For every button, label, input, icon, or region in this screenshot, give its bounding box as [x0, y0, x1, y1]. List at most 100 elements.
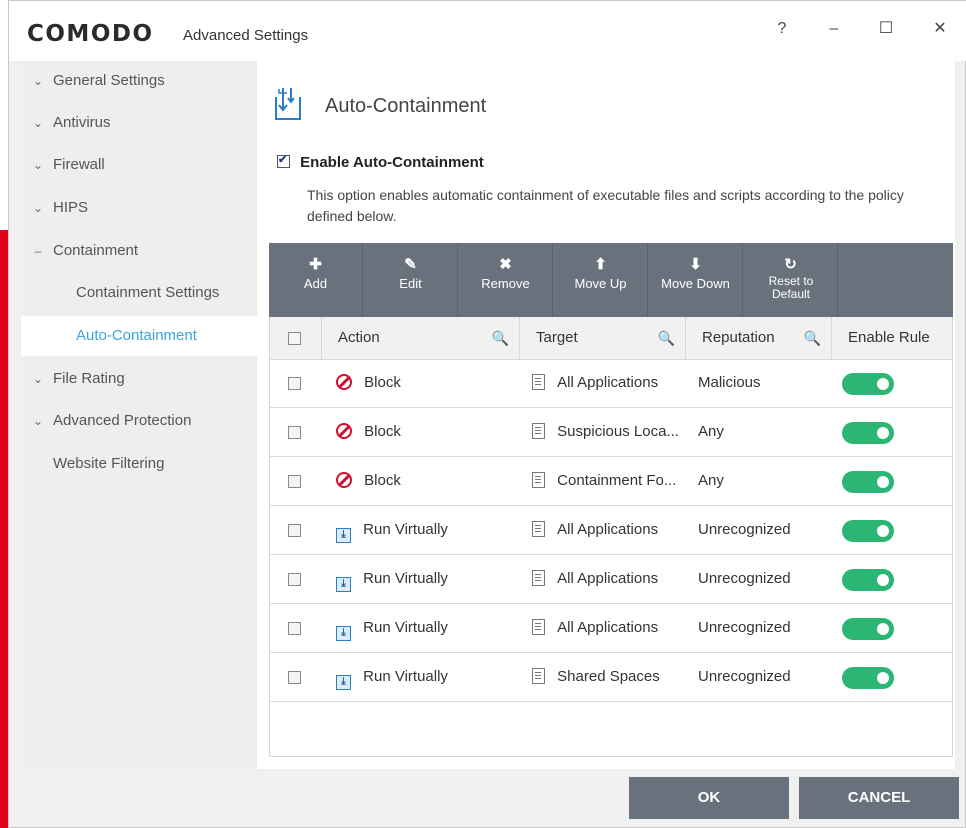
cancel-button[interactable]: CANCEL [799, 777, 959, 819]
row-checkbox[interactable] [288, 426, 301, 439]
table-row[interactable]: ⤓ Run Virtually Shared Spaces Unrecogniz… [270, 653, 952, 702]
document-icon [532, 570, 545, 586]
target-label: Containment Fo... [557, 472, 677, 489]
ok-button[interactable]: OK [629, 777, 789, 819]
sidebar-item-label: Advanced Protection [53, 412, 192, 429]
enable-rule-toggle[interactable] [842, 520, 894, 542]
row-checkbox[interactable] [288, 622, 301, 635]
sidebar-item-advanced-protection[interactable]: ⌄ Advanced Protection [21, 401, 257, 441]
sidebar-item-label: Containment Settings [76, 284, 220, 301]
row-checkbox[interactable] [288, 475, 301, 488]
search-icon[interactable]: 🔍 [804, 317, 821, 359]
enable-rule-toggle[interactable] [842, 569, 894, 591]
document-icon [532, 423, 545, 439]
action-cell: Block [336, 457, 401, 505]
move-up-button[interactable]: ⬆ Move Up [554, 243, 648, 317]
edit-button[interactable]: ✎ Edit [364, 243, 458, 317]
enable-rule-toggle[interactable] [842, 471, 894, 493]
action-label: Run Virtually [363, 668, 448, 685]
enable-rule-toggle[interactable] [842, 618, 894, 640]
reputation-cell: Unrecognized [698, 521, 791, 538]
reset-icon: ↻ [784, 256, 797, 273]
chevron-down-icon: ⌄ [32, 201, 44, 215]
table-row[interactable]: ⤓ Run Virtually All Applications Unrecog… [270, 604, 952, 653]
title-bar: COMODO Advanced Settings ? – ☐ ✕ [9, 1, 966, 61]
advanced-settings-window: COMODO Advanced Settings ? – ☐ ✕ ⌄ Gener… [8, 0, 966, 828]
row-checkbox[interactable] [288, 671, 301, 684]
select-all-cell [270, 317, 322, 359]
target-cell: All Applications [532, 506, 658, 554]
action-label: Block [364, 374, 401, 391]
document-icon [532, 619, 545, 635]
remove-button[interactable]: ✖ Remove [459, 243, 553, 317]
row-checkbox[interactable] [288, 377, 301, 390]
sidebar-item-containment-settings[interactable]: Containment Settings [21, 273, 257, 313]
sidebar-item-hips[interactable]: ⌄ HIPS [21, 188, 257, 228]
description-text: This option enables automatic containmen… [307, 187, 904, 224]
action-column-header[interactable]: Action 🔍 [322, 317, 520, 359]
sidebar-item-antivirus[interactable]: ⌄ Antivirus [21, 103, 257, 143]
help-button[interactable]: ? [767, 17, 797, 41]
table-row[interactable]: Block Containment Fo... Any [270, 457, 952, 506]
target-cell: Containment Fo... [532, 457, 676, 505]
target-cell: All Applications [532, 555, 658, 603]
sidebar-item-label: Auto-Containment [76, 327, 197, 344]
reputation-cell: Unrecognized [698, 570, 791, 587]
chevron-down-icon: ⌄ [32, 372, 44, 386]
move-down-button[interactable]: ⬇ Move Down [649, 243, 743, 317]
target-header-label: Target [536, 329, 578, 346]
action-cell: ⤓ Run Virtually [336, 506, 448, 554]
sidebar-item-general-settings[interactable]: ⌄ General Settings [21, 61, 257, 101]
close-button[interactable]: ✕ [925, 17, 955, 41]
table-row[interactable]: Block Suspicious Loca... Any [270, 408, 952, 457]
sidebar-item-website-filtering[interactable]: Website Filtering [21, 444, 257, 484]
row-checkbox[interactable] [288, 524, 301, 537]
chevron-down-icon: ⌄ [32, 116, 44, 130]
search-icon[interactable]: 🔍 [492, 317, 509, 359]
pencil-icon: ✎ [404, 256, 417, 273]
chevron-down-icon: ⌄ [32, 74, 44, 88]
enable-header-label: Enable Rule [848, 329, 930, 346]
action-label: Block [364, 472, 401, 489]
target-label: All Applications [557, 521, 659, 538]
sidebar-item-label: Firewall [53, 156, 105, 173]
row-checkbox[interactable] [288, 573, 301, 586]
action-cell: ⤓ Run Virtually [336, 604, 448, 652]
reputation-column-header[interactable]: Reputation 🔍 [686, 317, 832, 359]
table-row[interactable]: ⤓ Run Virtually All Applications Unrecog… [270, 506, 952, 555]
search-icon[interactable]: 🔍 [658, 317, 675, 359]
sidebar-item-label: Website Filtering [53, 455, 165, 472]
plus-icon: ✚ [309, 256, 322, 273]
rules-toolbar: ✚ Add ✎ Edit ✖ Remove ⬆ Move Up ⬇ Move D… [269, 243, 953, 317]
add-button[interactable]: ✚ Add [269, 243, 363, 317]
sidebar-item-auto-containment[interactable]: Auto-Containment [21, 316, 257, 356]
move-down-label: Move Down [661, 276, 730, 291]
maximize-button[interactable]: ☐ [871, 17, 901, 41]
table-row[interactable]: ⤓ Run Virtually All Applications Unrecog… [270, 555, 952, 604]
remove-icon: ✖ [499, 256, 512, 273]
add-label: Add [303, 276, 328, 291]
enable-auto-containment-checkbox[interactable] [277, 153, 290, 168]
sidebar-item-label: File Rating [53, 370, 125, 387]
select-all-checkbox[interactable] [288, 332, 301, 345]
enable-rule-column-header[interactable]: Enable Rule [832, 317, 952, 359]
block-icon [336, 472, 352, 488]
target-label: All Applications [557, 619, 659, 636]
auto-containment-icon [275, 88, 301, 120]
reputation-header-label: Reputation [702, 329, 775, 346]
sidebar-item-firewall[interactable]: ⌄ Firewall [21, 145, 257, 185]
enable-rule-toggle[interactable] [842, 373, 894, 395]
table-row[interactable]: Block All Applications Malicious [270, 359, 952, 408]
reset-to-default-button[interactable]: ↻ Reset to Default [744, 243, 838, 317]
target-label: All Applications [557, 374, 659, 391]
sidebar-item-file-rating[interactable]: ⌄ File Rating [21, 359, 257, 399]
enable-rule-toggle[interactable] [842, 422, 894, 444]
enable-auto-containment[interactable]: Enable Auto-Containment [277, 153, 484, 171]
minimize-button[interactable]: – [819, 17, 849, 41]
move-up-label: Move Up [574, 276, 627, 291]
enable-rule-toggle[interactable] [842, 667, 894, 689]
target-column-header[interactable]: Target 🔍 [520, 317, 686, 359]
target-label: All Applications [557, 570, 659, 587]
main-panel: Auto-Containment Enable Auto-Containment… [257, 61, 955, 769]
sidebar-item-containment[interactable]: – Containment [21, 231, 257, 271]
